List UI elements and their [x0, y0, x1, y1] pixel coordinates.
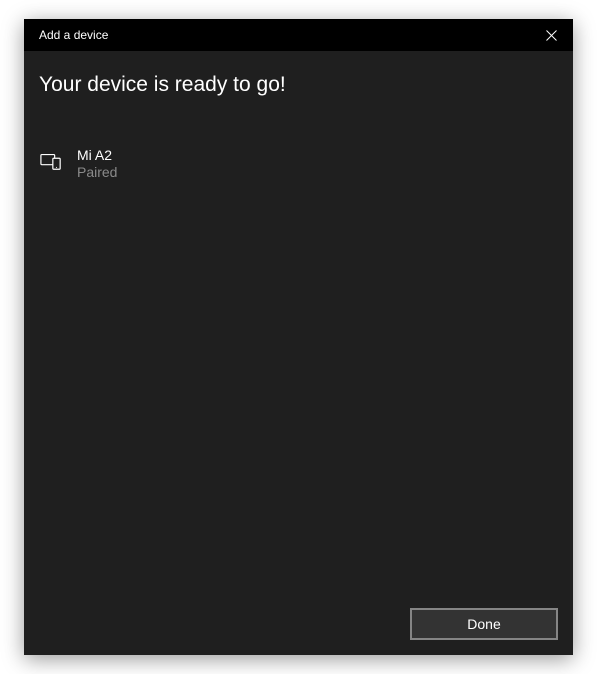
titlebar-title: Add a device	[39, 28, 108, 42]
close-button[interactable]	[537, 21, 565, 49]
titlebar: Add a device	[24, 19, 573, 51]
dialog-footer: Done	[24, 608, 573, 655]
device-row: Mi A2 Paired	[39, 147, 558, 180]
add-device-dialog: Add a device Your device is ready to go!…	[24, 19, 573, 655]
page-heading: Your device is ready to go!	[39, 73, 558, 97]
device-status: Paired	[77, 164, 117, 180]
done-button[interactable]: Done	[410, 608, 558, 640]
device-text: Mi A2 Paired	[77, 147, 117, 180]
device-name: Mi A2	[77, 147, 117, 163]
close-icon	[546, 30, 557, 41]
dialog-content: Your device is ready to go! Mi A2 Paired	[24, 51, 573, 608]
device-icon	[39, 149, 63, 173]
